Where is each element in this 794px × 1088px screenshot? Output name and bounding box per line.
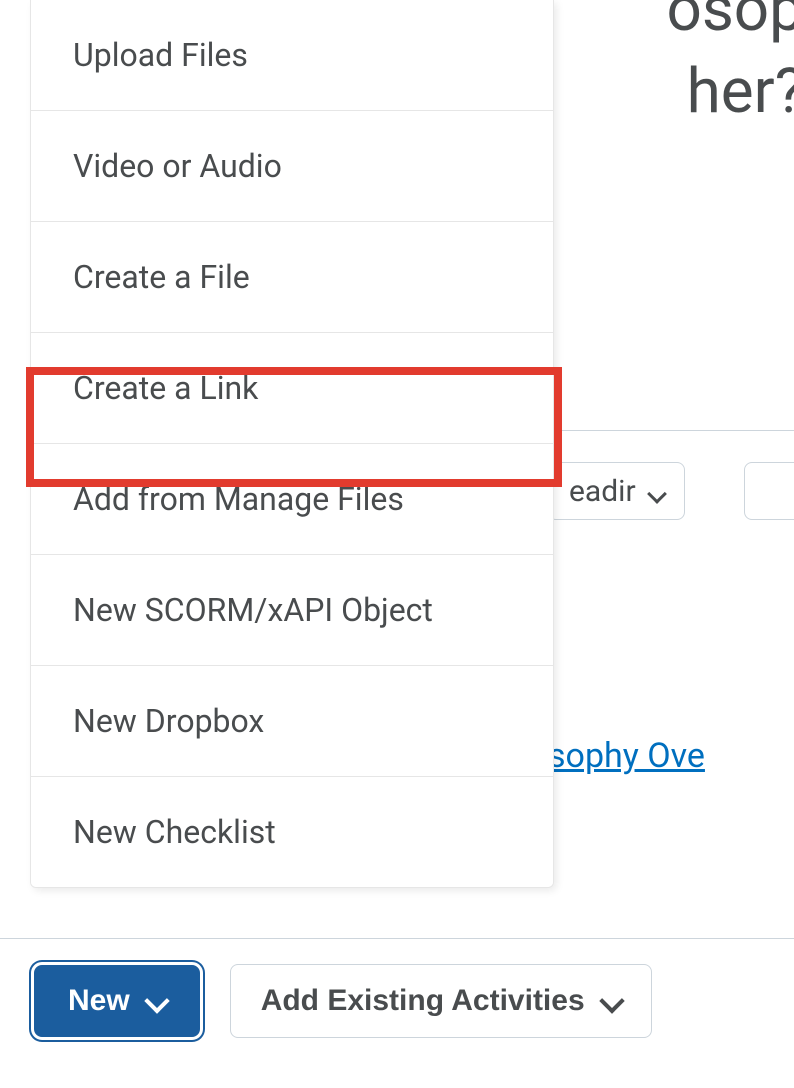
secondary-pill[interactable]: [744, 462, 794, 520]
new-button[interactable]: New: [34, 965, 200, 1037]
menu-item-create-a-file[interactable]: Create a File: [31, 222, 553, 333]
dropdown-pill-label: eadir: [569, 474, 636, 509]
add-existing-activities-button[interactable]: Add Existing Activities: [230, 964, 652, 1038]
menu-item-new-checklist[interactable]: New Checklist: [31, 777, 553, 887]
menu-item-new-dropbox[interactable]: New Dropbox: [31, 666, 553, 777]
divider: [540, 430, 794, 431]
menu-item-new-scorm-xapi-object[interactable]: New SCORM/xAPI Object: [31, 555, 553, 666]
menu-item-create-a-link[interactable]: Create a Link: [31, 333, 553, 444]
chevron-down-icon: [148, 984, 166, 1018]
chevron-down-icon: [650, 474, 664, 509]
action-bar: New Add Existing Activities: [34, 964, 652, 1038]
content-link-fragment[interactable]: sophy Ove: [548, 736, 705, 776]
menu-item-upload-files[interactable]: Upload Files: [31, 0, 553, 111]
dropdown-pill[interactable]: eadir: [548, 462, 685, 520]
new-dropdown-menu: Upload Files Video or Audio Create a Fil…: [30, 0, 554, 888]
chevron-down-icon: [603, 984, 621, 1018]
divider: [0, 938, 794, 939]
new-button-label: New: [68, 984, 130, 1018]
add-existing-label: Add Existing Activities: [261, 984, 585, 1018]
menu-item-video-or-audio[interactable]: Video or Audio: [31, 111, 553, 222]
page-title-fragment-2: her?: [687, 55, 794, 128]
menu-item-add-from-manage-files[interactable]: Add from Manage Files: [31, 444, 553, 555]
page-title-fragment-1: osop: [666, 0, 794, 51]
